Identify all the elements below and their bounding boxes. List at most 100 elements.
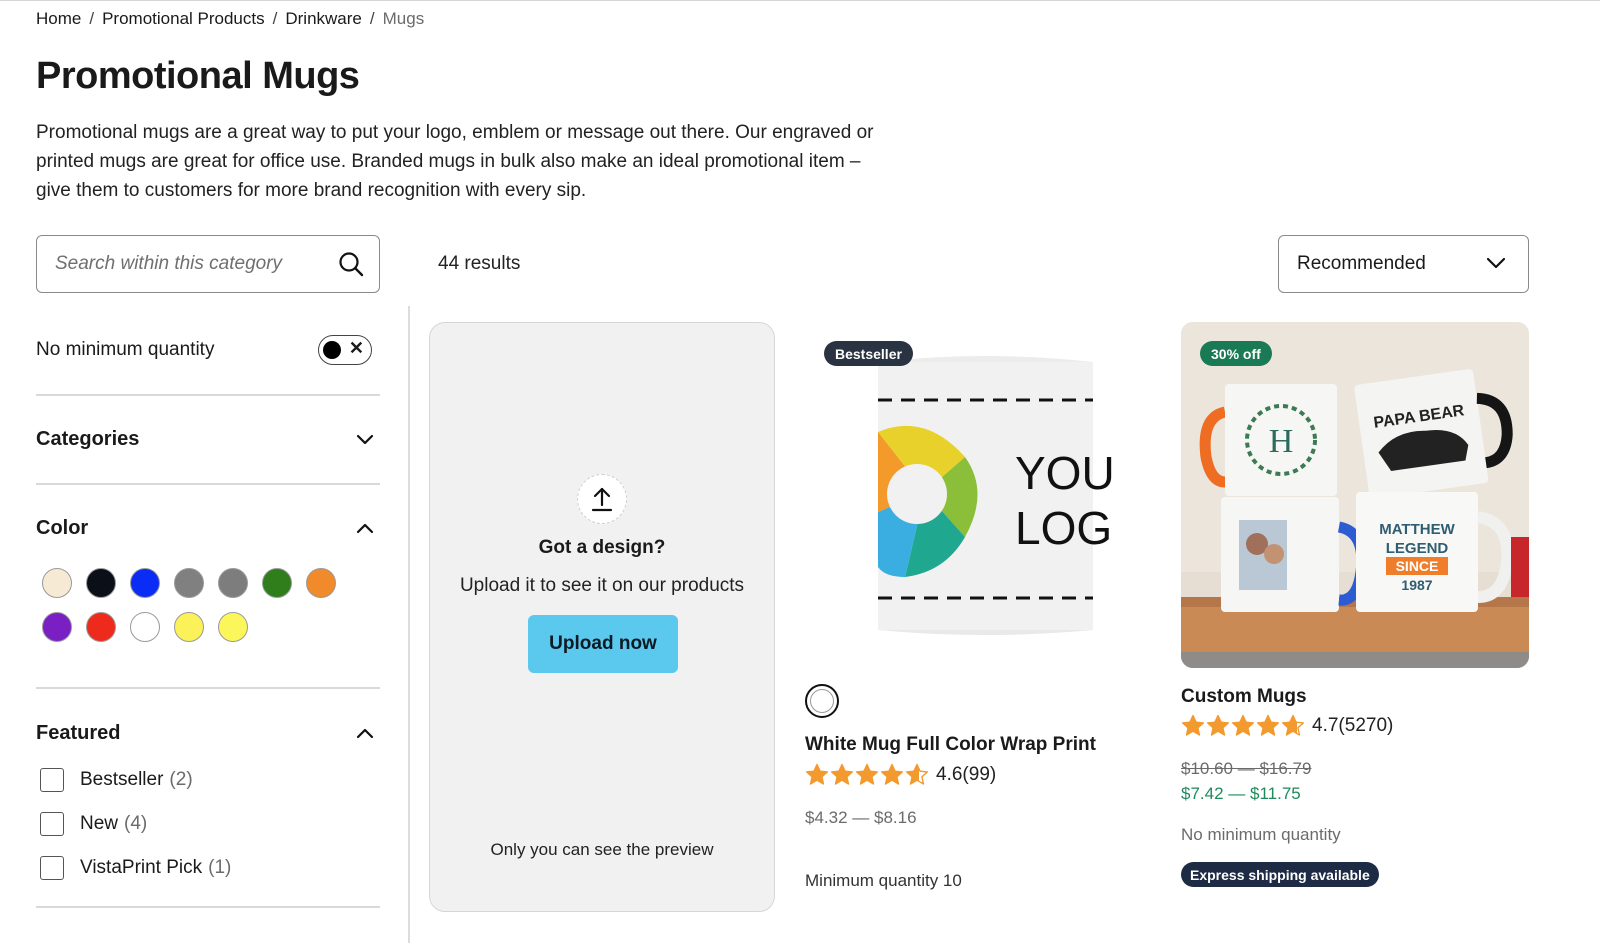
mug-since: SINCE bbox=[1396, 558, 1439, 574]
star-icon bbox=[1206, 714, 1230, 736]
price-range: $4.32 — $8.16 bbox=[805, 808, 917, 827]
rating-value: 4.7 bbox=[1312, 714, 1339, 736]
mug-text-line1: YOU bbox=[1015, 447, 1115, 499]
color-swatches bbox=[42, 568, 362, 642]
divider bbox=[36, 394, 380, 396]
page-title: Promotional Mugs bbox=[36, 55, 360, 97]
checkbox[interactable] bbox=[40, 856, 64, 880]
product-image[interactable]: YOU LOG bbox=[805, 322, 1153, 668]
product-rating: 4.7 (5270) bbox=[1181, 714, 1393, 737]
breadcrumb: Home / Promotional Products / Drinkware … bbox=[36, 9, 424, 29]
featured-header[interactable]: Featured bbox=[36, 718, 380, 748]
breadcrumb-drinkware[interactable]: Drinkware bbox=[285, 9, 362, 29]
color-swatch[interactable] bbox=[218, 612, 248, 642]
breadcrumb-home[interactable]: Home bbox=[36, 9, 81, 29]
custom-mugs-image: H PAPA BEAR MATTHEW LEGEND SINCE 1987 bbox=[1181, 322, 1529, 668]
page-description: Promotional mugs are a great way to put … bbox=[36, 122, 874, 201]
review-count: (5270) bbox=[1338, 714, 1394, 736]
color-label: Color bbox=[36, 516, 89, 539]
option-label: VistaPrint Pick bbox=[80, 857, 203, 878]
min-qty-toggle[interactable]: ✕ bbox=[318, 335, 372, 365]
sale-price-range: $7.42 — $11.75 bbox=[1181, 784, 1301, 803]
color-swatch[interactable] bbox=[218, 568, 248, 598]
star-icon bbox=[880, 763, 904, 785]
upload-subtitle: Upload it to see it on our products bbox=[459, 575, 745, 596]
color-header[interactable]: Color bbox=[36, 513, 380, 543]
color-swatch[interactable] bbox=[174, 612, 204, 642]
color-swatch[interactable] bbox=[130, 612, 160, 642]
option-label: New bbox=[80, 813, 119, 834]
color-swatch[interactable] bbox=[306, 568, 336, 598]
discount-badge: 30% off bbox=[1200, 341, 1272, 366]
close-icon: ✕ bbox=[348, 338, 364, 358]
chevron-down-icon bbox=[354, 428, 376, 450]
upload-now-button[interactable]: Upload now bbox=[528, 615, 678, 673]
breadcrumb-current: Mugs bbox=[382, 9, 425, 28]
category-search bbox=[36, 235, 380, 293]
search-input[interactable] bbox=[55, 253, 337, 275]
color-swatch[interactable] bbox=[262, 568, 292, 598]
product-image[interactable]: H PAPA BEAR MATTHEW LEGEND SINCE 1987 bbox=[1181, 322, 1529, 668]
breadcrumb-separator: / bbox=[89, 9, 95, 28]
color-swatch[interactable] bbox=[130, 568, 160, 598]
star-rating-icons bbox=[1181, 714, 1306, 737]
chevron-up-icon bbox=[354, 517, 376, 539]
product-rating: 4.6 (99) bbox=[805, 763, 996, 786]
toggle-knob bbox=[323, 341, 341, 359]
review-count: (99) bbox=[962, 763, 997, 785]
divider bbox=[36, 483, 380, 485]
star-icon bbox=[1256, 714, 1280, 736]
upload-note: Only you can see the preview bbox=[490, 840, 714, 859]
option-label: Bestseller bbox=[80, 769, 164, 790]
featured-option-new[interactable]: New (4) bbox=[40, 812, 147, 836]
upload-title: Got a design? bbox=[538, 537, 666, 558]
star-icon bbox=[805, 763, 829, 785]
mug-year: 1987 bbox=[1401, 577, 1432, 593]
original-price-range: $10.60 — $16.79 bbox=[1181, 759, 1312, 778]
upload-icon bbox=[577, 474, 627, 524]
product-name[interactable]: White Mug Full Color Wrap Print bbox=[805, 734, 1096, 756]
star-icon bbox=[905, 763, 929, 785]
color-swatch[interactable] bbox=[42, 568, 72, 598]
option-count: (2) bbox=[169, 769, 193, 790]
divider bbox=[36, 906, 380, 908]
product-name[interactable]: Custom Mugs bbox=[1181, 686, 1307, 708]
star-icon bbox=[855, 763, 879, 785]
min-quantity: Minimum quantity 10 bbox=[805, 871, 962, 890]
mug-matthew: MATTHEW bbox=[1379, 521, 1455, 538]
checkbox[interactable] bbox=[40, 812, 64, 836]
star-rating-icons bbox=[805, 763, 930, 786]
breadcrumb-promotional-products[interactable]: Promotional Products bbox=[102, 9, 265, 29]
bestseller-badge: Bestseller bbox=[824, 341, 913, 366]
min-qty-label: No minimum quantity bbox=[36, 339, 215, 360]
star-icon bbox=[1181, 714, 1205, 736]
color-swatch[interactable] bbox=[86, 612, 116, 642]
color-option-white[interactable] bbox=[805, 684, 839, 718]
mug-text-line2: LOG bbox=[1015, 502, 1112, 554]
top-border bbox=[0, 0, 1600, 1]
color-swatch[interactable] bbox=[42, 612, 72, 642]
chevron-down-icon bbox=[1486, 253, 1506, 275]
featured-option-bestseller[interactable]: Bestseller (2) bbox=[40, 768, 193, 792]
star-icon bbox=[1231, 714, 1255, 736]
featured-option-vistaprint-pick[interactable]: VistaPrint Pick (1) bbox=[40, 856, 231, 880]
categories-header[interactable]: Categories bbox=[36, 424, 380, 454]
breadcrumb-separator: / bbox=[272, 9, 278, 28]
featured-label: Featured bbox=[36, 721, 121, 744]
sidebar-divider bbox=[408, 306, 410, 943]
categories-label: Categories bbox=[36, 427, 140, 450]
option-count: (4) bbox=[124, 813, 148, 834]
express-shipping-badge: Express shipping available bbox=[1181, 862, 1379, 887]
checkbox[interactable] bbox=[40, 768, 64, 792]
sort-dropdown[interactable]: Recommended bbox=[1278, 235, 1529, 293]
color-swatch[interactable] bbox=[86, 568, 116, 598]
mug-letter: H bbox=[1269, 423, 1294, 460]
divider bbox=[36, 687, 380, 689]
star-icon bbox=[830, 763, 854, 785]
breadcrumb-separator: / bbox=[369, 9, 375, 28]
mug-legend: LEGEND bbox=[1386, 540, 1449, 557]
star-icon bbox=[1281, 714, 1305, 736]
chevron-up-icon bbox=[354, 722, 376, 744]
search-icon[interactable] bbox=[337, 250, 365, 278]
color-swatch[interactable] bbox=[174, 568, 204, 598]
